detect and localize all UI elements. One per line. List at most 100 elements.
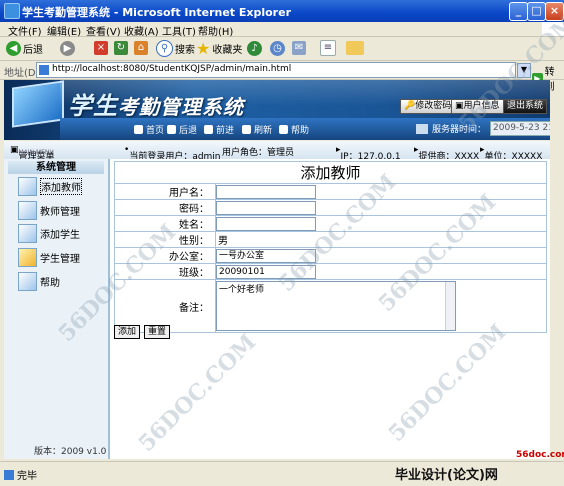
username-input[interactable] — [216, 184, 316, 199]
change-password-button[interactable]: 🔑修改密码 — [400, 99, 456, 114]
gender-value[interactable]: 男 — [216, 236, 228, 247]
password-label: 密码： — [114, 199, 216, 216]
server-time: 服务器时间： 2009-5-23 21:43:4 — [416, 121, 550, 136]
change-password-label: 修改密码 — [415, 101, 452, 111]
password-input[interactable] — [216, 200, 316, 215]
menu-heading: ▣ 管理菜单 MAIN MENU — [10, 145, 55, 162]
nav-back[interactable]: 后退 — [167, 123, 197, 136]
edit-button[interactable]: ≡ — [320, 39, 336, 57]
address-dropdown-icon[interactable]: ▼ — [517, 63, 531, 78]
sidebar-item-label: 添加学生 — [40, 229, 80, 241]
menu-bar: 文件(F) 编辑(E) 查看(V) 收藏(A) 工具(T) 帮助(H) — [0, 22, 564, 38]
user-info-button[interactable]: ▣用户信息 — [451, 99, 504, 114]
lock-icon — [18, 247, 37, 267]
info-bar: ▣ 管理菜单 MAIN MENU • 当前登录用户：admin 用户角色：管理员… — [4, 141, 550, 162]
nav-help[interactable]: 帮助 — [279, 123, 309, 136]
form-title: 添加教师 — [114, 161, 547, 184]
menu-view[interactable]: 查看(V) — [86, 23, 121, 38]
forward-button[interactable]: ▶ — [60, 39, 77, 57]
sidebar: 系统管理 添加教师 教师管理 添加学生 学生管理 帮助 版本：2009 v1.0 — [4, 159, 110, 459]
refresh-button[interactable]: ↻ — [114, 39, 128, 57]
maximize-button[interactable]: □ — [527, 2, 546, 21]
menu-file[interactable]: 文件(F) — [8, 23, 42, 38]
home-button[interactable]: ⌂ — [134, 39, 148, 57]
media-button[interactable]: ♪ — [247, 39, 264, 57]
sidebar-item-student-manage[interactable]: 学生管理 — [18, 246, 80, 268]
name-input[interactable] — [216, 216, 316, 231]
sidebar-item-add-student[interactable]: 添加学生 — [18, 222, 80, 244]
stop-button[interactable]: × — [94, 39, 108, 57]
menu-help[interactable]: 帮助(H) — [198, 23, 233, 38]
app-banner: 学生考勤管理系统 🔑修改密码 ▣用户信息 退出系统 首页 后退 前进 刷新 帮助… — [4, 80, 550, 140]
class-input[interactable]: 20090101 — [216, 264, 316, 279]
browser-toolbar: ◀ 后退 ▶ × ↻ ⌂ ⚲ 搜索 ★ 收藏夹 ♪ ◷ ✉ ≡ — [0, 37, 564, 61]
unit: ▸ 单位：XXXXX — [480, 145, 543, 162]
sidebar-item-add-teacher[interactable]: 添加教师 — [18, 175, 82, 197]
site-logo: 56doc.com — [516, 450, 564, 460]
document-icon: ≡ — [320, 40, 336, 56]
version-label: 版本：2009 v1.0 — [34, 447, 107, 457]
status-text: 完毕 — [4, 467, 37, 482]
menu-tools[interactable]: 工具(T) — [162, 23, 196, 38]
forward-icon — [204, 125, 213, 134]
nav-refresh-label: 刷新 — [254, 126, 273, 136]
window-title: 学生考勤管理系统 - Microsoft Internet Explorer — [22, 6, 291, 19]
sidebar-item-label: 教师管理 — [40, 206, 80, 218]
nav-home[interactable]: 首页 — [134, 123, 164, 136]
nav-forward-label: 前进 — [216, 126, 235, 136]
remark-textarea[interactable]: 一个好老师 — [216, 281, 456, 331]
help-book-icon — [18, 271, 37, 291]
back-button[interactable]: ◀ 后退 — [6, 39, 43, 57]
clock-icon — [416, 123, 428, 134]
minimize-button[interactable]: _ — [509, 2, 528, 21]
history-button[interactable]: ◷ — [270, 39, 287, 57]
search-icon: ⚲ — [156, 39, 173, 57]
remark-text: 一个好老师 — [219, 285, 265, 295]
ip-address: ▸ IP：127.0.0.1 — [336, 145, 401, 162]
address-url: http://localhost:8080/StudentKQJSP/admin… — [52, 64, 292, 74]
textarea-scrollbar[interactable] — [445, 282, 455, 330]
sidebar-item-help[interactable]: 帮助 — [18, 270, 60, 292]
mail-button[interactable]: ✉ — [292, 39, 306, 57]
menu-favorites[interactable]: 收藏(A) — [124, 23, 159, 38]
class-label: 班级： — [114, 263, 216, 280]
reset-button[interactable]: 重置 — [144, 325, 171, 339]
add-student-icon — [18, 223, 37, 243]
folder-button[interactable] — [346, 39, 364, 57]
current-user: • 当前登录用户：admin — [124, 145, 221, 162]
address-input[interactable]: http://localhost:8080/StudentKQJSP/admin… — [36, 62, 516, 78]
refresh-icon: ↻ — [114, 41, 128, 55]
back-icon — [167, 125, 176, 134]
history-icon: ◷ — [270, 40, 285, 56]
add-button[interactable]: 添加 — [114, 325, 141, 339]
menu-edit[interactable]: 编辑(E) — [47, 23, 81, 38]
help-icon — [279, 125, 288, 134]
close-button[interactable]: × — [545, 2, 564, 21]
office-input[interactable]: 一号办公室 — [216, 248, 316, 263]
sidebar-item-teacher-manage[interactable]: 教师管理 — [18, 199, 80, 221]
favorites-button[interactable]: ★ 收藏夹 — [196, 38, 242, 58]
nav-strip: 首页 后退 前进 刷新 帮助 服务器时间： 2009-5-23 21:43:4 — [60, 118, 550, 140]
gear-icon — [18, 200, 37, 220]
stop-icon: × — [94, 41, 108, 55]
office-label: 办公室： — [114, 247, 216, 264]
back-arrow-icon: ◀ — [6, 40, 21, 56]
username-label: 用户名： — [114, 183, 216, 200]
ie-icon — [4, 3, 20, 19]
monitor-logo-icon — [12, 80, 64, 128]
page-icon — [4, 469, 14, 480]
star-icon: ★ — [196, 38, 211, 58]
page-icon — [39, 65, 49, 75]
search-button[interactable]: ⚲ 搜索 — [156, 39, 195, 57]
media-icon: ♪ — [247, 40, 262, 56]
nav-refresh[interactable]: 刷新 — [242, 123, 272, 136]
nav-forward[interactable]: 前进 — [204, 123, 234, 136]
folder-icon — [346, 41, 364, 55]
nav-help-label: 帮助 — [291, 126, 310, 136]
server-time-value: 2009-5-23 21:43:4 — [490, 121, 550, 136]
mail-icon: ✉ — [292, 41, 306, 55]
logout-button[interactable]: 退出系统 — [503, 99, 548, 114]
windows-logo-icon — [542, 22, 564, 36]
forward-arrow-icon: ▶ — [60, 40, 75, 56]
search-label: 搜索 — [175, 44, 195, 56]
